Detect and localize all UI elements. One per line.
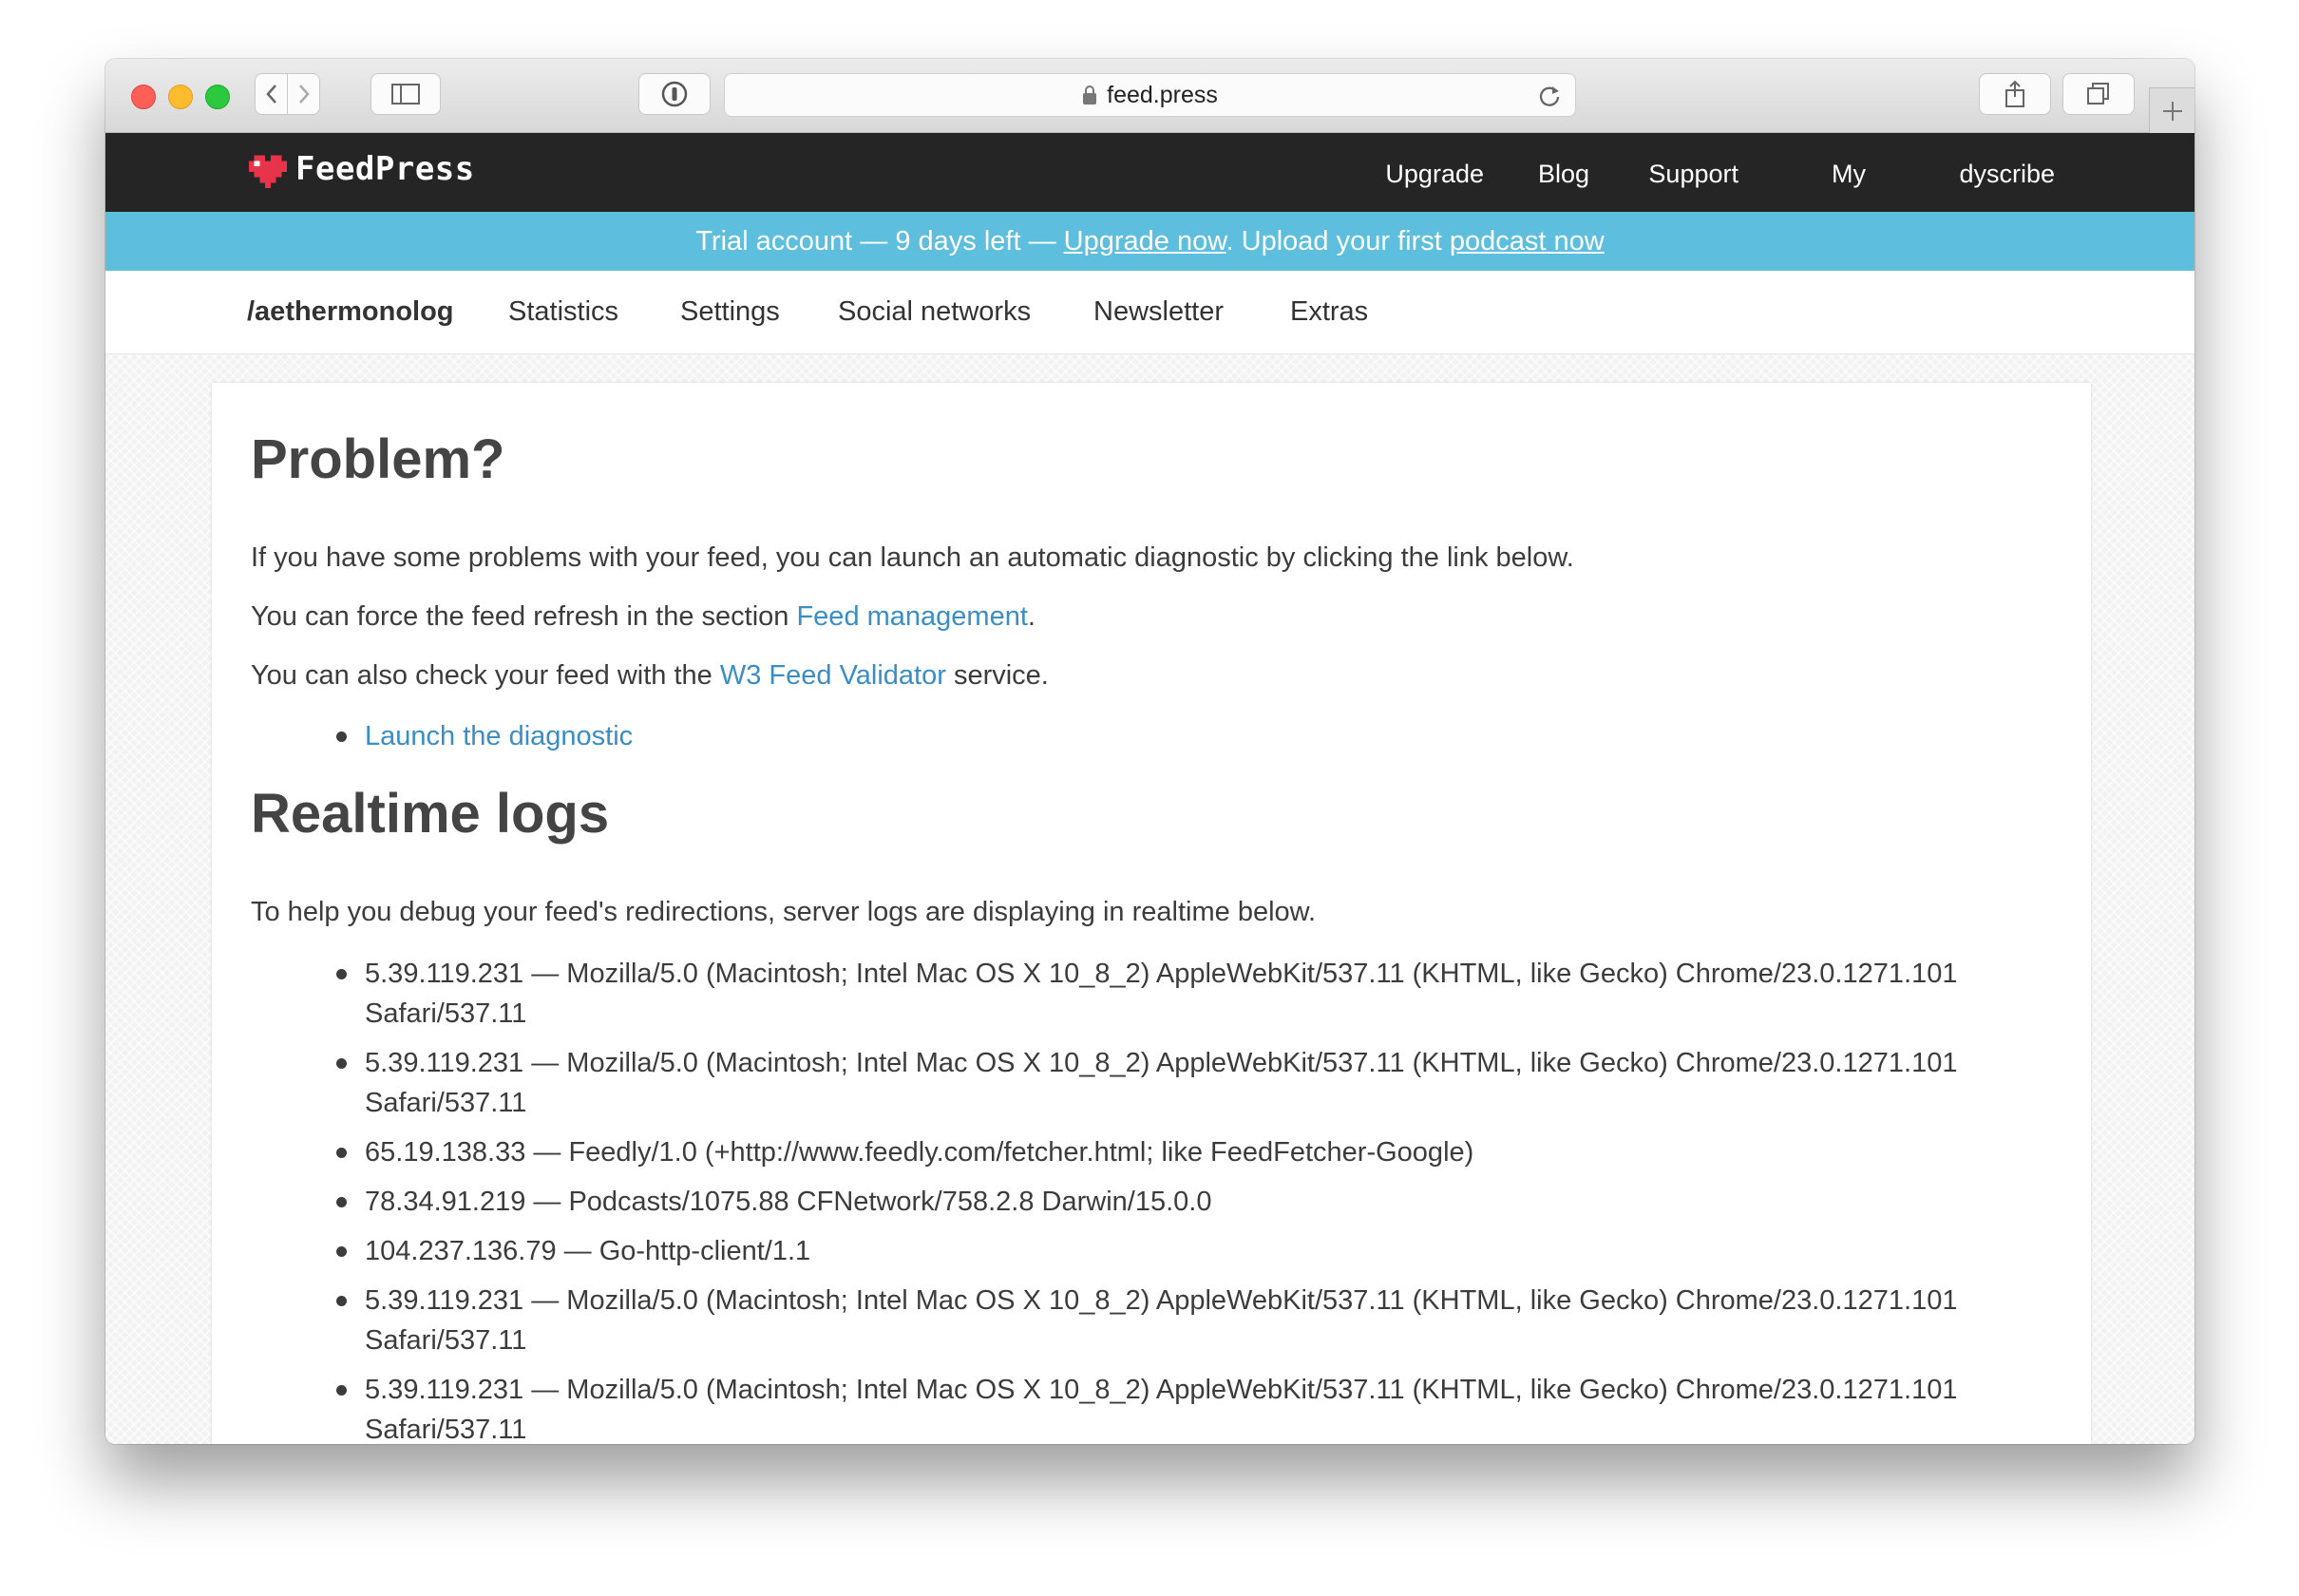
problem-intro: If you have some problems with your feed… — [251, 542, 1574, 573]
launch-diagnostic-link[interactable]: Launch the diagnostic — [365, 721, 633, 751]
reload-icon[interactable] — [1537, 84, 1562, 108]
nav-blog[interactable]: Blog — [1538, 133, 1589, 215]
refresh-text: You can force the feed refresh in the se… — [251, 601, 797, 632]
log-entry: 65.19.138.33 — Feedly/1.0 (+http://www.f… — [251, 1132, 1961, 1172]
minimize-window-button[interactable] — [168, 85, 193, 109]
podcast-now-link[interactable]: podcast now — [1450, 226, 1605, 256]
sidebar-button[interactable] — [370, 73, 441, 115]
back-arrow-icon — [265, 85, 276, 104]
url-text: feed.press — [1107, 81, 1218, 108]
brand-name: FeedPress — [295, 150, 475, 188]
new-tab-button[interactable] — [2149, 87, 2194, 133]
trial-banner: Trial account — 9 days left — Upgrade no… — [105, 212, 2194, 271]
share-button[interactable] — [1979, 73, 2051, 115]
problem-heading: Problem? — [251, 428, 505, 490]
log-entry: 5.39.119.231 — Mozilla/5.0 (Macintosh; I… — [251, 954, 1961, 1034]
log-entry: 78.34.91.219 — Podcasts/1075.88 CFNetwor… — [251, 1182, 1961, 1222]
browser-window: feed.press FeedPress Upgrade Blog Suppor… — [105, 59, 2194, 1444]
refresh-suffix: . — [1027, 601, 1036, 632]
log-entry: 5.39.119.231 — Mozilla/5.0 (Macintosh; I… — [251, 1043, 1961, 1123]
logs-intro: To help you debug your feed's redirectio… — [251, 897, 1317, 927]
password-icon — [661, 81, 688, 107]
tab-statistics[interactable]: Statistics — [508, 271, 618, 353]
nav-account[interactable]: dyscribe — [1959, 133, 2055, 215]
password-button[interactable] — [638, 73, 711, 115]
lock-icon — [1083, 86, 1097, 104]
diagnostic-list: Launch the diagnostic — [251, 716, 1961, 756]
brand-logo[interactable]: FeedPress — [248, 150, 475, 188]
forward-arrow-icon — [298, 85, 310, 104]
heart-logo-icon — [249, 155, 287, 188]
realtime-logs-heading: Realtime logs — [251, 783, 610, 845]
web-page: FeedPress Upgrade Blog Support My Feeds … — [105, 133, 2194, 1444]
zoom-window-button[interactable] — [205, 85, 230, 109]
tab-extras[interactable]: Extras — [1290, 271, 1368, 353]
trial-text: Trial account — 9 days left — — [695, 226, 1064, 256]
refresh-paragraph: You can force the feed refresh in the se… — [251, 601, 1036, 633]
share-icon — [2005, 80, 2024, 107]
plus-icon — [2162, 101, 2182, 121]
trial-text-middle: . Upload your first — [1226, 226, 1450, 256]
validator-paragraph: You can also check your feed with the W3… — [251, 660, 1049, 692]
browser-toolbar: feed.press — [105, 59, 2194, 133]
address-bar[interactable]: feed.press — [724, 73, 1576, 117]
nav-upgrade[interactable]: Upgrade — [1385, 133, 1484, 215]
sidebar-icon — [391, 84, 420, 104]
close-window-button[interactable] — [131, 85, 156, 109]
validator-suffix: service. — [945, 660, 1049, 691]
tab-social-networks[interactable]: Social networks — [838, 271, 1031, 353]
top-navbar: FeedPress Upgrade Blog Support My Feeds … — [105, 133, 2194, 270]
upgrade-now-link[interactable]: Upgrade now — [1064, 226, 1226, 256]
log-entry: 5.39.119.231 — Mozilla/5.0 (Macintosh; I… — [251, 1370, 1961, 1444]
feed-management-link[interactable]: Feed management — [796, 601, 1027, 632]
log-entry: 104.237.136.79 — Go-http-client/1.1 — [251, 1231, 1961, 1271]
tab-newsletter[interactable]: Newsletter — [1093, 271, 1224, 353]
nav-support[interactable]: Support — [1648, 133, 1738, 215]
feed-name[interactable]: /aethermonolog — [247, 271, 454, 353]
validator-text: You can also check your feed with the — [251, 660, 720, 691]
back-button[interactable] — [255, 73, 288, 115]
forward-button[interactable] — [287, 73, 320, 115]
log-list: 5.39.119.231 — Mozilla/5.0 (Macintosh; I… — [251, 954, 1961, 1444]
feed-subnav: /aethermonolog Statistics Settings Socia… — [105, 271, 2194, 354]
tab-settings[interactable]: Settings — [680, 271, 780, 353]
content-card: Problem? If you have some problems with … — [212, 383, 2091, 1444]
w3-validator-link[interactable]: W3 Feed Validator — [720, 660, 946, 691]
list-item: Launch the diagnostic — [251, 716, 1961, 756]
show-tabs-button[interactable] — [2062, 73, 2135, 115]
tabs-icon — [2087, 83, 2109, 104]
log-entry: 5.39.119.231 — Mozilla/5.0 (Macintosh; I… — [251, 1281, 1961, 1360]
